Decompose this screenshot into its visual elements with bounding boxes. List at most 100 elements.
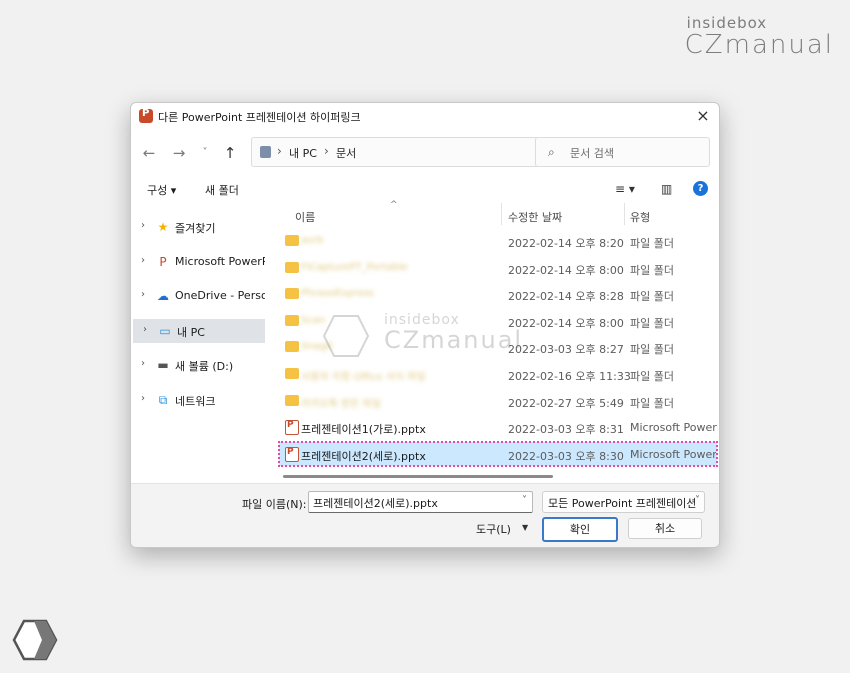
file-row[interactable]: PhraseExpress 2022-02-14 오후 8:28 파일 폴더 (268, 282, 719, 306)
search-box[interactable]: ⌕ 문서 검색 (535, 137, 710, 167)
breadcrumb-documents[interactable]: 문서 (336, 145, 356, 161)
filename-label: 파일 이름(N): (242, 498, 307, 511)
ok-button[interactable]: 확인 (542, 517, 618, 542)
file-name: avrb (301, 235, 324, 246)
network-icon: ⧉ (158, 392, 168, 407)
chevron-right-icon[interactable]: › (141, 255, 145, 266)
folder-icon (285, 261, 299, 273)
file-name: 프레젠테이션1(가로).pptx (301, 423, 426, 437)
sidebar-item-label: Microsoft PowerPoi (175, 254, 265, 268)
back-arrow-icon[interactable]: ← (139, 143, 159, 163)
sidebar-item[interactable]: › ★ 즐겨찾기 (131, 215, 267, 239)
file-date: 2022-03-03 오후 8:27 (508, 343, 624, 357)
file-type-select[interactable]: 모든 PowerPoint 프레젠테이션 ˅ (542, 491, 705, 513)
sidebar-item[interactable]: › ⧉ 네트워크 (131, 388, 267, 412)
folder-icon (285, 314, 299, 326)
sidebar-item[interactable]: › P Microsoft PowerPoi (131, 250, 267, 274)
chevron-down-icon[interactable]: ˅ (522, 495, 527, 506)
sidebar-item-label: OneDrive - Persona (175, 289, 265, 302)
up-arrow-icon[interactable]: ↑ (220, 143, 240, 163)
file-date: 2022-03-03 오후 8:30 (508, 449, 624, 463)
file-name: PhraseExpress (301, 288, 375, 300)
sort-ascending-icon: ^ (390, 200, 398, 210)
file-date: 2022-02-27 오후 5:49 (508, 396, 624, 410)
column-divider[interactable] (624, 203, 625, 225)
file-row[interactable]: avrb 2022-02-14 오후 8:20 파일 폴더 (268, 229, 719, 253)
chevron-right-icon[interactable]: › (141, 220, 145, 231)
file-date: 2022-02-14 오후 8:00 (508, 263, 624, 277)
tools-button[interactable]: 도구(L) (476, 521, 511, 537)
file-type: Microsoft PowerP... (630, 447, 716, 461)
brand-big-text: CZmanual (684, 30, 834, 60)
new-folder-button[interactable]: 새 폴더 (205, 182, 239, 198)
view-options-icon[interactable]: ≡ ▾ (615, 182, 635, 196)
column-divider[interactable] (501, 203, 502, 225)
preview-pane-icon[interactable]: ▥ (661, 182, 672, 196)
powerpoint-icon: P (159, 254, 167, 269)
dialog-title: 다른 PowerPoint 프레젠테이션 하이퍼링크 (158, 111, 361, 124)
breadcrumb-separator-icon: › (324, 144, 329, 158)
chevron-down-icon[interactable]: ˅ (695, 495, 700, 506)
file-type: 파일 폴더 (630, 290, 674, 304)
file-type: 파일 폴더 (630, 396, 674, 410)
folder-icon (285, 368, 299, 379)
chevron-right-icon[interactable]: › (141, 358, 145, 369)
sidebar-item-label: 즐겨찾기 (175, 222, 216, 235)
sidebar-item-label: 네트워크 (175, 394, 216, 408)
folder-icon (285, 235, 299, 246)
breadcrumb-this-pc[interactable]: 내 PC (289, 145, 317, 161)
column-header-date[interactable]: 수정한 날짜 (508, 209, 562, 225)
sidebar-item-label: 내 PC (177, 325, 205, 339)
file-type: 파일 폴더 (630, 370, 674, 383)
file-type: 파일 폴더 (630, 263, 674, 277)
sidebar-item[interactable]: › ▬ 새 볼륨 (D:) (131, 353, 267, 377)
this-pc-icon (260, 146, 271, 158)
chevron-right-icon[interactable]: › (141, 393, 145, 404)
file-date: 2022-02-16 오후 11:33 (508, 370, 631, 383)
chevron-right-icon[interactable]: › (143, 324, 147, 335)
chevron-right-icon[interactable]: › (141, 289, 145, 300)
file-row[interactable]: 프레젠테이션1(가로).pptx 2022-03-03 오후 8:31 Micros… (268, 415, 719, 439)
star-icon: ★ (157, 220, 169, 234)
close-button[interactable]: × (693, 106, 713, 126)
title-bar: 다른 PowerPoint 프레젠테이션 하이퍼링크 × (131, 103, 719, 129)
forward-arrow-icon[interactable]: → (169, 143, 189, 163)
file-row[interactable]: Snagit 2022-03-03 오후 8:27 파일 폴더 (268, 335, 719, 359)
file-row[interactable]: 사용자 지정 Office 서식 파일 2022-02-16 오후 11:33 파일… (268, 362, 719, 386)
navigation-bar: ← → ˅ ↑ › 내 PC › 문서 ˅ ↻ ⌕ 문서 검색 (131, 137, 719, 169)
file-type: 파일 폴더 (630, 316, 674, 330)
file-name: 프레젠테이션2(세로).pptx (301, 449, 426, 463)
search-icon: ⌕ (548, 145, 555, 159)
file-row[interactable]: Scan 2022-02-14 오후 8:00 파일 폴더 (268, 309, 719, 333)
file-name: FICapturePT_Portable (301, 261, 408, 273)
file-row-selected[interactable]: 프레젠테이션2(세로).pptx 2022-03-03 오후 8:30 Micros… (278, 440, 718, 467)
organize-button[interactable]: 구성 ▾ (147, 182, 176, 198)
column-header-type[interactable]: 유형 (630, 209, 650, 225)
help-icon[interactable]: ? (693, 181, 708, 196)
sidebar-item[interactable]: › ▭ 내 PC (133, 318, 265, 343)
caret-down-icon[interactable]: ▼ (522, 523, 528, 532)
filename-value: 프레젠테이션2(세로).pptx (313, 497, 438, 510)
recent-locations-icon[interactable]: ˅ (195, 143, 215, 163)
file-name: 사용자 지정 Office 서식 파일 (301, 372, 426, 383)
column-header-name[interactable]: 이름 (295, 209, 315, 225)
file-date: 2022-03-03 오후 8:31 (508, 423, 624, 437)
file-type-value: 모든 PowerPoint 프레젠테이션 (548, 497, 697, 510)
pptx-file-icon (285, 420, 299, 436)
file-type: 파일 폴더 (630, 237, 674, 250)
powerpoint-app-icon (139, 108, 153, 123)
sidebar-item[interactable]: › ☁ OneDrive - Persona (131, 284, 267, 308)
cloud-icon: ☁ (157, 289, 169, 303)
file-date: 2022-02-14 오후 8:28 (508, 290, 624, 304)
navigation-pane: › ★ 즐겨찾기 › P Microsoft PowerPoi › ☁ OneDrive - P… (131, 203, 267, 481)
command-bar: 구성 ▾ 새 폴더 ≡ ▾ ▥ ? (131, 177, 719, 201)
file-name: Scan (301, 314, 326, 326)
horizontal-scrollbar[interactable] (283, 475, 553, 478)
computer-icon: ▭ (159, 323, 171, 338)
cancel-button[interactable]: 취소 (628, 518, 702, 539)
file-row[interactable]: FICapturePT_Portable 2022-02-14 오후 8:00 파일… (268, 256, 719, 280)
hexagon-logo-icon (12, 619, 58, 661)
filename-input[interactable]: 프레젠테이션2(세로).pptx ˅ (308, 491, 533, 513)
file-row[interactable]: 카카오톡 받은 파일 2022-02-27 오후 5:49 파일 폴더 (268, 389, 719, 413)
sidebar-item-label: 새 볼륨 (D:) (175, 360, 234, 373)
